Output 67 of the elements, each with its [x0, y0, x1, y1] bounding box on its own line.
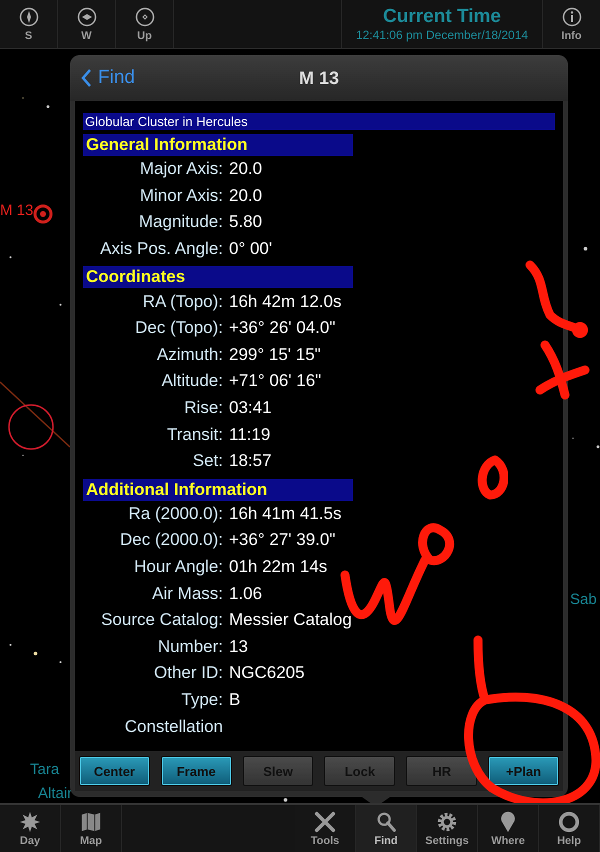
field-label: Axis Pos. Angle:	[99, 239, 223, 260]
tools-icon	[314, 810, 336, 832]
field-label: Source Catalog:	[100, 610, 223, 630]
help-icon	[558, 810, 580, 832]
object-subtitle: Globular Cluster in Hercules	[83, 113, 555, 130]
field-label: Minor Axis:	[138, 186, 223, 206]
sky-label: M 13	[0, 202, 34, 219]
field-value: 5.80	[229, 212, 262, 232]
compass-icon	[18, 6, 38, 26]
field-value: NGC6205	[229, 663, 305, 684]
field-label: Dec (2000.0):	[119, 530, 223, 550]
field-value: 18:57	[229, 451, 272, 472]
compass-icon	[134, 6, 154, 26]
panel-title: M 13	[298, 68, 340, 88]
action-button[interactable]: Frame	[160, 756, 232, 786]
field-value: 03:41	[229, 398, 272, 418]
info-icon	[562, 6, 582, 26]
toolbar-tab[interactable]: Find	[356, 805, 417, 852]
field-label: Dec (Topo):	[134, 318, 223, 338]
map-icon	[80, 810, 102, 832]
field-value: 13	[229, 636, 248, 657]
sun-icon	[19, 810, 41, 832]
field-value: 11:19	[229, 424, 270, 445]
field-value: 16h 41m 41.5s	[229, 504, 342, 524]
field-value: 299° 15' 15"	[229, 344, 321, 365]
field-label: Transit:	[166, 424, 223, 445]
action-button[interactable]: +Plan	[488, 756, 559, 786]
action-button[interactable]: Center	[79, 756, 150, 786]
field-value: 0° 00'	[229, 239, 272, 260]
field-label: Other ID:	[153, 663, 223, 684]
section-header: Coordinates	[83, 266, 353, 288]
field-value: B	[229, 690, 240, 710]
field-value: 20.0	[229, 159, 262, 180]
field-value: +71° 06' 16"	[229, 371, 322, 392]
sky-label: Altair	[38, 785, 72, 802]
field-label: Set:	[192, 451, 223, 472]
field-label: Ra (2000.0):	[128, 504, 223, 524]
field-value: 1.06	[229, 584, 262, 604]
field-value: +36° 27' 39.0"	[229, 530, 336, 550]
field-label: RA (Topo):	[142, 292, 223, 312]
field-label: Azimuth:	[156, 344, 223, 365]
field-label: Major Axis:	[138, 159, 223, 180]
sky-label: Sab	[570, 591, 597, 608]
back-button[interactable]: Find	[80, 67, 135, 89]
field-label: Number:	[156, 636, 223, 657]
search-icon	[375, 810, 397, 832]
section-header: General Information	[83, 134, 353, 156]
field-label: Hour Angle:	[133, 557, 223, 578]
field-value: 01h 22m 14s	[229, 557, 328, 578]
field-label: Constellation	[124, 716, 223, 737]
clock-time: 12:41:06 pm December/18/2014	[356, 28, 528, 42]
section-header: Additional Information	[83, 478, 353, 501]
field-value: Messier Catalog	[229, 610, 352, 630]
settings-icon	[436, 810, 458, 832]
clock-title: Current Time	[383, 6, 501, 28]
field-label: Magnitude:	[138, 212, 223, 232]
field-label: Altitude:	[160, 371, 223, 392]
field-label: Type:	[180, 690, 223, 710]
field-label: Air Mass:	[151, 584, 223, 604]
scribble-stroke	[535, 338, 592, 402]
compass-icon	[76, 6, 96, 26]
field-value: 20.0	[229, 186, 262, 206]
sky-label: Tara	[30, 761, 60, 778]
field-label: Rise:	[183, 398, 223, 418]
field-value: +36° 26' 04.0"	[229, 318, 336, 338]
field-value: 16h 42m 12.0s	[229, 292, 342, 312]
chevron-icon	[80, 68, 92, 88]
